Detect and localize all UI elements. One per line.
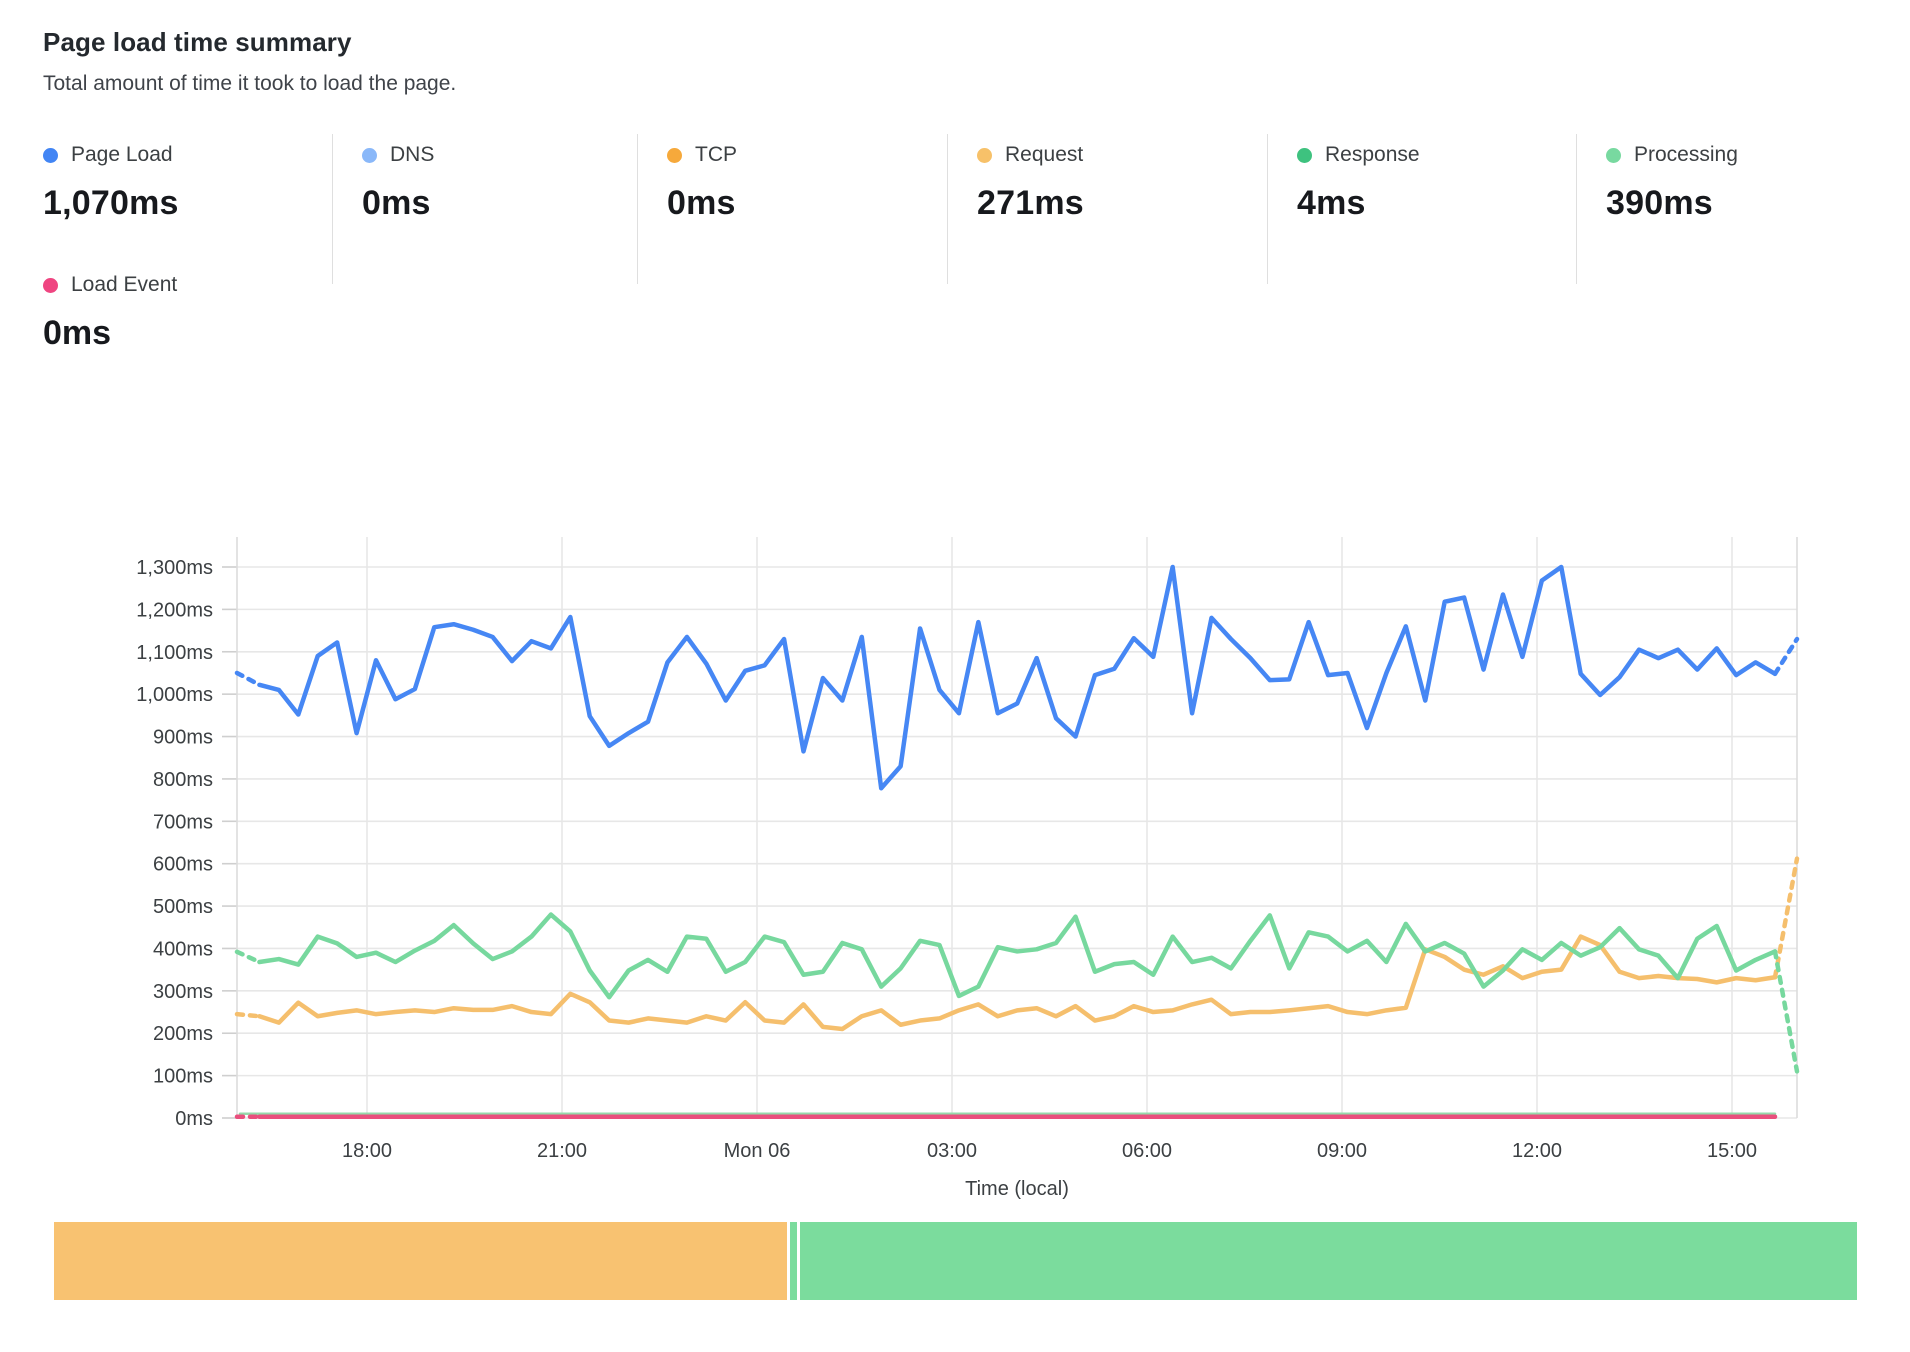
- svg-text:1,300ms: 1,300ms: [136, 557, 213, 579]
- time-range-bar-segment: [800, 1222, 1857, 1300]
- metric-value: 4ms: [1297, 184, 1576, 223]
- svg-text:03:00: 03:00: [927, 1140, 977, 1162]
- metric-card-load-event[interactable]: Load Event 0ms: [43, 272, 177, 353]
- metric-value: 0ms: [362, 184, 637, 223]
- svg-text:200ms: 200ms: [153, 1023, 213, 1045]
- svg-text:1,100ms: 1,100ms: [136, 642, 213, 664]
- page-load-summary-panel: Page load time summary Total amount of t…: [0, 0, 1910, 1352]
- metric-value: 1,070ms: [43, 184, 332, 223]
- svg-text:09:00: 09:00: [1317, 1140, 1367, 1162]
- metric-card-response[interactable]: Response 4ms: [1267, 134, 1576, 284]
- svg-text:1,000ms: 1,000ms: [136, 684, 213, 706]
- metric-label: Processing: [1634, 143, 1738, 167]
- time-range-bar-segment: [54, 1222, 787, 1300]
- legend-dot-icon: [977, 148, 992, 163]
- metric-card-page-load[interactable]: Page Load 1,070ms: [43, 134, 332, 284]
- metric-label: TCP: [695, 143, 737, 167]
- svg-text:300ms: 300ms: [153, 981, 213, 1003]
- svg-text:500ms: 500ms: [153, 896, 213, 918]
- metric-cards-row: Page Load 1,070ms DNS 0ms TCP 0ms Request 271ms…: [43, 134, 1866, 284]
- svg-text:1,200ms: 1,200ms: [136, 599, 213, 621]
- svg-text:12:00: 12:00: [1512, 1140, 1562, 1162]
- chart-area: 0ms 100ms 200ms 300ms 400ms 500ms 600ms 700ms 80…: [0, 430, 1910, 1220]
- metric-label: Load Event: [71, 273, 177, 297]
- legend-dot-icon: [362, 148, 377, 163]
- legend-dot-icon: [667, 148, 682, 163]
- svg-text:15:00: 15:00: [1707, 1140, 1757, 1162]
- metric-label: Page Load: [71, 143, 173, 167]
- svg-text:06:00: 06:00: [1122, 1140, 1172, 1162]
- svg-text:400ms: 400ms: [153, 938, 213, 960]
- metric-value: 0ms: [667, 184, 947, 223]
- metric-value: 0ms: [43, 314, 177, 353]
- time-range-bar-segment: [790, 1222, 797, 1300]
- metric-card-request[interactable]: Request 271ms: [947, 134, 1267, 284]
- header: Page load time summary Total amount of t…: [43, 26, 456, 96]
- legend-dot-icon: [1606, 148, 1621, 163]
- svg-text:Time (local): Time (local): [965, 1178, 1069, 1200]
- metric-value: 390ms: [1606, 184, 1866, 223]
- metric-card-tcp[interactable]: TCP 0ms: [637, 134, 947, 284]
- metric-label: Request: [1005, 143, 1083, 167]
- svg-text:800ms: 800ms: [153, 769, 213, 791]
- svg-text:21:00: 21:00: [537, 1140, 587, 1162]
- metric-card-processing[interactable]: Processing 390ms: [1576, 134, 1866, 284]
- metric-label: Response: [1325, 143, 1420, 167]
- svg-text:900ms: 900ms: [153, 727, 213, 749]
- svg-text:18:00: 18:00: [342, 1140, 392, 1162]
- svg-text:0ms: 0ms: [175, 1108, 213, 1130]
- svg-text:100ms: 100ms: [153, 1066, 213, 1088]
- page-title: Page load time summary: [43, 26, 456, 58]
- metric-card-dns[interactable]: DNS 0ms: [332, 134, 637, 284]
- svg-text:600ms: 600ms: [153, 854, 213, 876]
- legend-dot-icon: [1297, 148, 1312, 163]
- time-range-bar[interactable]: [54, 1222, 1857, 1300]
- metric-label: DNS: [390, 143, 434, 167]
- legend-dot-icon: [43, 148, 58, 163]
- page-subtitle: Total amount of time it took to load the…: [43, 72, 456, 96]
- svg-text:Mon 06: Mon 06: [724, 1140, 791, 1162]
- load-event-legend-dot-icon: [43, 278, 58, 293]
- svg-text:700ms: 700ms: [153, 811, 213, 833]
- metric-value: 271ms: [977, 184, 1267, 223]
- timeseries-chart[interactable]: 0ms 100ms 200ms 300ms 400ms 500ms 600ms 700ms 80…: [0, 430, 1910, 1220]
